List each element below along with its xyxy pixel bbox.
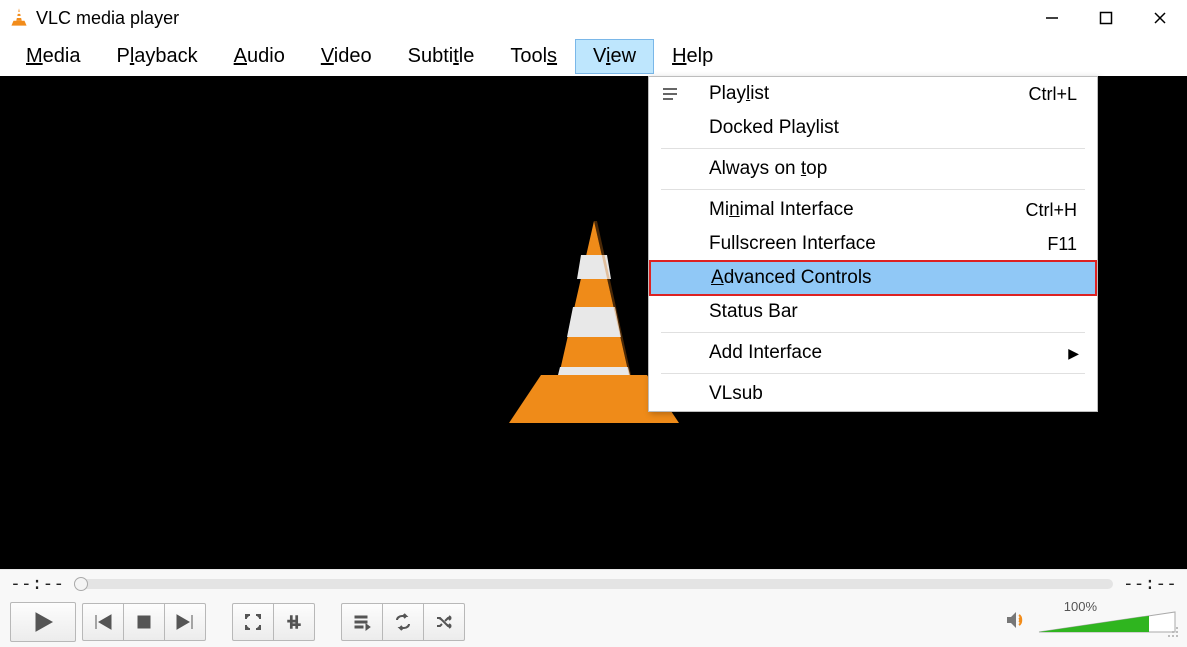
menu-item[interactable]: Docked Playlist xyxy=(649,111,1097,145)
menu-separator xyxy=(661,148,1085,149)
menu-item-label: Docked Playlist xyxy=(709,117,1083,139)
close-button[interactable] xyxy=(1133,0,1187,36)
time-total: --:-- xyxy=(1123,573,1177,594)
menu-shortcut: Ctrl+L xyxy=(1028,84,1083,105)
menubar-item[interactable]: View xyxy=(575,39,654,74)
menu-item-label: Playlist xyxy=(709,83,1028,105)
volume-slider[interactable] xyxy=(1037,608,1177,636)
menu-item-label: Add Interface xyxy=(709,342,1083,364)
menu-shortcut: F11 xyxy=(1047,234,1083,255)
maximize-button[interactable] xyxy=(1079,0,1133,36)
menu-item[interactable]: Status Bar xyxy=(649,295,1097,329)
menu-item[interactable]: Always on top xyxy=(649,152,1097,186)
seek-slider[interactable] xyxy=(74,579,1113,589)
menu-item[interactable]: Advanced Controls xyxy=(649,260,1097,296)
menubar-item[interactable]: Audio xyxy=(216,39,303,74)
menu-item[interactable]: Add Interface▶ xyxy=(649,336,1097,370)
menu-separator xyxy=(661,189,1085,190)
seekbar-row: --:-- --:-- xyxy=(0,569,1187,597)
menu-item-label: VLsub xyxy=(709,383,1083,405)
titlebar: VLC media player xyxy=(0,0,1187,36)
loop-button[interactable] xyxy=(382,603,424,641)
menu-item[interactable]: Fullscreen InterfaceF11 xyxy=(649,227,1097,261)
view-group xyxy=(232,603,315,641)
speaker-icon[interactable] xyxy=(1005,610,1029,635)
volume-control: 100% xyxy=(1005,608,1177,636)
seek-knob[interactable] xyxy=(74,577,88,591)
menubar: MediaPlaybackAudioVideoSubtitleToolsView… xyxy=(0,36,1187,76)
vlc-cone-icon xyxy=(8,7,30,29)
window-title: VLC media player xyxy=(36,8,179,29)
previous-button[interactable] xyxy=(82,603,124,641)
menu-separator xyxy=(661,373,1085,374)
playlist-group xyxy=(341,603,465,641)
menu-shortcut: Ctrl+H xyxy=(1025,200,1083,221)
nav-group xyxy=(82,603,206,641)
next-button[interactable] xyxy=(164,603,206,641)
menubar-item[interactable]: Video xyxy=(303,39,390,74)
menubar-item[interactable]: Playback xyxy=(98,39,215,74)
menu-item[interactable]: VLsub xyxy=(649,377,1097,411)
menu-item-label: Status Bar xyxy=(709,301,1083,323)
menubar-item[interactable]: Help xyxy=(654,39,731,74)
menu-item[interactable]: Minimal InterfaceCtrl+H xyxy=(649,193,1097,227)
menu-item-label: Always on top xyxy=(709,158,1083,180)
menubar-item[interactable]: Tools xyxy=(492,39,575,74)
extended-settings-button[interactable] xyxy=(273,603,315,641)
playlist-icon xyxy=(663,87,709,101)
controls-row: 100% xyxy=(0,597,1187,647)
time-elapsed: --:-- xyxy=(10,573,64,594)
play-button[interactable] xyxy=(10,602,76,642)
shuffle-button[interactable] xyxy=(423,603,465,641)
menu-item-label: Advanced Controls xyxy=(711,267,1081,289)
menu-item[interactable]: PlaylistCtrl+L xyxy=(649,77,1097,111)
menu-separator xyxy=(661,332,1085,333)
stop-button[interactable] xyxy=(123,603,165,641)
fullscreen-button[interactable] xyxy=(232,603,274,641)
menu-item-label: Fullscreen Interface xyxy=(709,233,1047,255)
menubar-item[interactable]: Subtitle xyxy=(390,39,493,74)
view-menu-dropdown: PlaylistCtrl+L Docked Playlist Always on t… xyxy=(648,76,1098,412)
playlist-button[interactable] xyxy=(341,603,383,641)
submenu-arrow-icon: ▶ xyxy=(1068,345,1079,362)
menu-item-label: Minimal Interface xyxy=(709,199,1025,221)
resize-grip[interactable] xyxy=(1167,625,1179,643)
minimize-button[interactable] xyxy=(1025,0,1079,36)
menubar-item[interactable]: Media xyxy=(8,39,98,74)
